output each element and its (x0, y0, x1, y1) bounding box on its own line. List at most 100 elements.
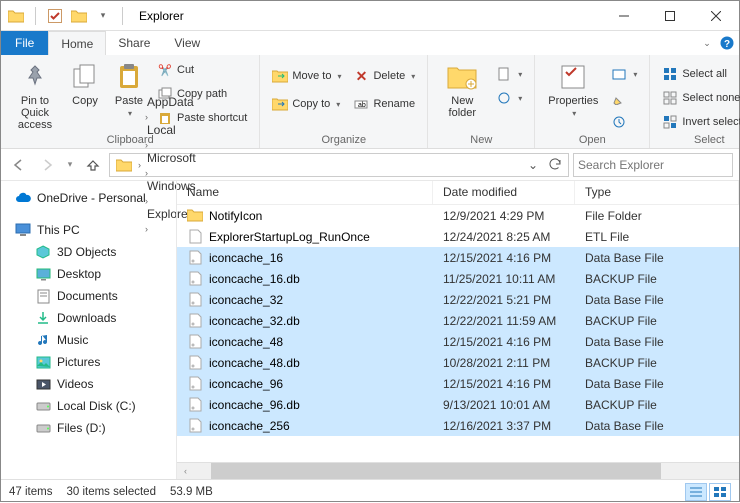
breadcrumb-appdata[interactable]: AppData (143, 95, 200, 109)
recent-dropdown-icon[interactable]: ▾ (63, 153, 77, 177)
file-type: File Folder (575, 209, 739, 223)
details-view-button[interactable] (685, 483, 707, 501)
new-item-button[interactable]: ▾ (492, 63, 526, 85)
folder-small-icon[interactable] (70, 7, 88, 25)
file-row[interactable]: iconcache_9612/15/2021 4:16 PMData Base … (177, 373, 739, 394)
nav-item-documents[interactable]: Documents (1, 285, 176, 307)
nav-item-downloads[interactable]: Downloads (1, 307, 176, 329)
history-button[interactable] (607, 111, 641, 133)
tab-home[interactable]: Home (48, 31, 106, 55)
breadcrumb-microsoft[interactable]: Microsoft (143, 151, 200, 165)
downloads-icon (35, 310, 51, 326)
column-name[interactable]: Name (177, 181, 433, 204)
ribbon-tabs: File Home Share View ⌄ ? (1, 31, 739, 55)
file-row[interactable]: iconcache_3212/22/2021 5:21 PMData Base … (177, 289, 739, 310)
nav-item-pictures[interactable]: Pictures (1, 351, 176, 373)
tab-file[interactable]: File (1, 31, 48, 55)
properties-button[interactable]: Properties ▾ (543, 59, 603, 120)
3d-icon (35, 244, 51, 260)
address-bar[interactable]: › AppData›Local›Microsoft›Windows›Explor… (109, 153, 569, 177)
easy-access-button[interactable]: ▾ (492, 87, 526, 109)
nav-item-onedrive-personal[interactable]: OneDrive - Personal (1, 187, 176, 209)
navigation-pane[interactable]: OneDrive - Personal This PC3D ObjectsDesk… (1, 181, 177, 479)
easy-access-icon (496, 90, 512, 106)
select-none-button[interactable]: Select none (658, 87, 740, 109)
file-type: Data Base File (575, 251, 739, 265)
rename-button[interactable]: abRename (349, 93, 419, 115)
chevron-right-icon[interactable]: › (136, 160, 143, 170)
refresh-button[interactable] (544, 154, 566, 176)
file-row[interactable]: iconcache_1612/15/2021 4:16 PMData Base … (177, 247, 739, 268)
window-title: Explorer (133, 9, 601, 23)
chevron-right-icon[interactable]: › (143, 112, 150, 122)
file-row[interactable]: iconcache_25612/16/2021 3:37 PMData Base… (177, 415, 739, 436)
help-icon[interactable]: ? (715, 31, 739, 55)
chevron-right-icon[interactable]: › (143, 168, 150, 178)
pin-to-quick-access-button[interactable]: Pin to Quick access (9, 59, 61, 133)
maximize-button[interactable] (647, 1, 693, 31)
invert-selection-button[interactable]: Invert selection (658, 111, 740, 133)
file-row[interactable]: iconcache_48.db10/28/2021 2:11 PMBACKUP … (177, 352, 739, 373)
properties-checkbox-icon[interactable] (46, 7, 64, 25)
tab-share[interactable]: Share (106, 31, 162, 55)
tab-view[interactable]: View (162, 31, 212, 55)
copy-to-button[interactable]: Copy to▾ (268, 93, 345, 115)
select-all-button[interactable]: Select all (658, 63, 740, 85)
nav-item-music[interactable]: Music (1, 329, 176, 351)
nav-item-desktop[interactable]: Desktop (1, 263, 176, 285)
search-input[interactable] (578, 158, 728, 172)
new-folder-button[interactable]: New folder (436, 59, 488, 121)
file-row[interactable]: iconcache_16.db11/25/2021 10:11 AMBACKUP… (177, 268, 739, 289)
move-to-button[interactable]: Move to▾ (268, 65, 345, 87)
delete-button[interactable]: ✕Delete▾ (349, 65, 419, 87)
nav-item-videos[interactable]: Videos (1, 373, 176, 395)
file-date: 11/25/2021 10:11 AM (433, 272, 575, 286)
breadcrumb-local[interactable]: Local (143, 123, 200, 137)
file-name: ExplorerStartupLog_RunOnce (209, 230, 370, 244)
qat-dropdown-icon[interactable]: ▾ (94, 7, 112, 25)
file-row[interactable]: iconcache_96.db9/13/2021 10:01 AMBACKUP … (177, 394, 739, 415)
nav-item-3d-objects[interactable]: 3D Objects (1, 241, 176, 263)
forward-button[interactable] (35, 153, 59, 177)
close-button[interactable] (693, 1, 739, 31)
paste-icon (113, 61, 145, 93)
file-rows[interactable]: NotifyIcon12/9/2021 4:29 PMFile FolderEx… (177, 205, 739, 462)
nav-item-this-pc[interactable]: This PC (1, 219, 176, 241)
file-row[interactable]: iconcache_4812/15/2021 4:16 PMData Base … (177, 331, 739, 352)
address-row: ▾ › AppData›Local›Microsoft›Windows›Expl… (1, 149, 739, 181)
address-dropdown-icon[interactable]: ⌄ (522, 154, 544, 176)
group-organize: Move to▾ Copy to▾ ✕Delete▾ abRename Orga… (260, 55, 428, 148)
db-icon (187, 250, 203, 266)
column-date[interactable]: Date modified (433, 181, 575, 204)
up-button[interactable] (81, 153, 105, 177)
file-row[interactable]: NotifyIcon12/9/2021 4:29 PMFile Folder (177, 205, 739, 226)
file-row[interactable]: ExplorerStartupLog_RunOnce12/24/2021 8:2… (177, 226, 739, 247)
cut-button[interactable]: ✂️Cut (153, 59, 251, 81)
open-button[interactable]: ▾ (607, 63, 641, 85)
nav-item-files-d-[interactable]: Files (D:) (1, 417, 176, 439)
file-type: ETL File (575, 230, 739, 244)
file-icon (187, 229, 203, 245)
copy-to-icon (272, 96, 288, 112)
file-row[interactable]: iconcache_32.db12/22/2021 11:59 AMBACKUP… (177, 310, 739, 331)
ribbon-collapse-icon[interactable]: ⌄ (699, 31, 715, 55)
copy-button[interactable]: Copy (65, 59, 105, 109)
column-type[interactable]: Type (575, 181, 739, 204)
file-type: Data Base File (575, 377, 739, 391)
db-icon (187, 334, 203, 350)
nav-item-local-disk-c-[interactable]: Local Disk (C:) (1, 395, 176, 417)
file-date: 12/22/2021 5:21 PM (433, 293, 575, 307)
group-clipboard: Pin to Quick access Copy Paste ▾ ✂️Cut C… (1, 55, 260, 148)
status-item-count: 47 items (9, 486, 52, 498)
thumbnails-view-button[interactable] (709, 483, 731, 501)
edit-button[interactable] (607, 87, 641, 109)
videos-icon (35, 376, 51, 392)
horizontal-scrollbar[interactable]: ‹ (177, 462, 739, 479)
group-new: New folder ▾ ▾ New (428, 55, 535, 148)
chevron-right-icon[interactable]: › (143, 140, 150, 150)
minimize-button[interactable] (601, 1, 647, 31)
file-date: 12/22/2021 11:59 AM (433, 314, 575, 328)
column-headers[interactable]: Name Date modified Type (177, 181, 739, 205)
back-button[interactable] (7, 153, 31, 177)
search-box[interactable] (573, 153, 733, 177)
